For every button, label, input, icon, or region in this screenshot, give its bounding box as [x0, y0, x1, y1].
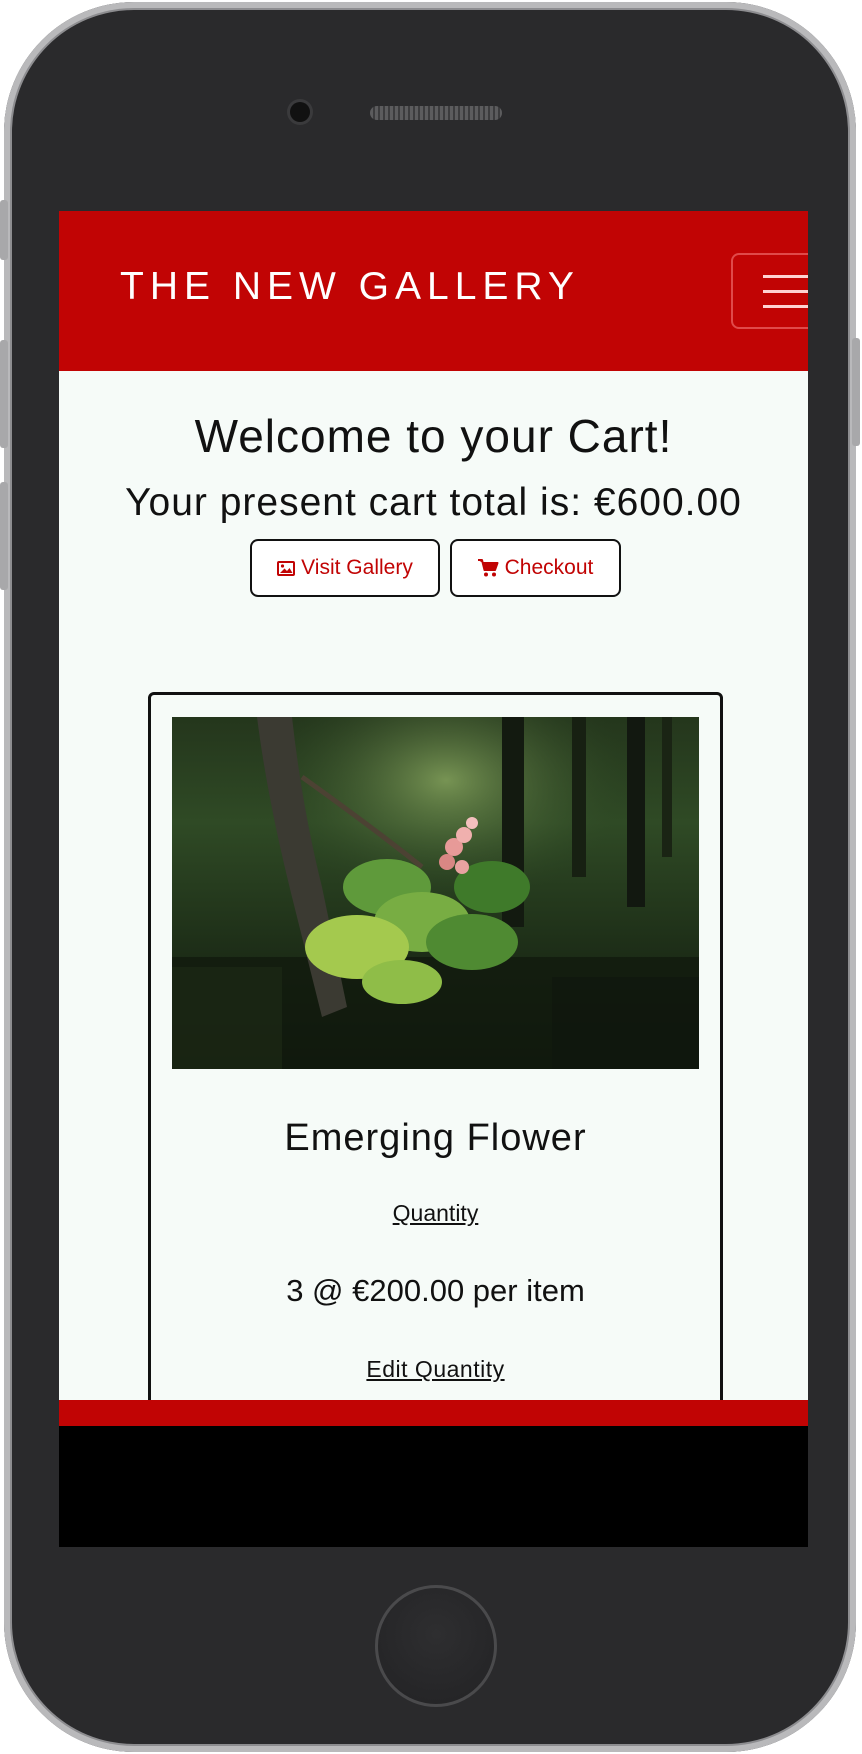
- brand-logo[interactable]: THE NEW GALLERY: [120, 267, 580, 306]
- item-price-line: 3 @ €200.00 per item: [286, 1273, 585, 1308]
- phone-screen: THE NEW GALLERY Welcome to your Cart! Yo…: [59, 211, 808, 1547]
- earpiece-speaker: [370, 106, 502, 120]
- cart-item-card: Emerging Flower Quantity 3 @ €200.00 per…: [148, 692, 723, 1400]
- navbar-toggler-button[interactable]: [731, 253, 808, 329]
- checkout-button[interactable]: Checkout: [450, 539, 621, 597]
- home-button[interactable]: [375, 1585, 497, 1707]
- edit-quantity-link[interactable]: Edit Quantity: [151, 1358, 720, 1381]
- navbar: THE NEW GALLERY: [59, 211, 808, 371]
- hamburger-menu-icon-bar-2: [763, 290, 808, 293]
- silent-switch: [0, 200, 8, 260]
- visit-gallery-label: Visit Gallery: [301, 556, 413, 579]
- image-icon: [277, 560, 296, 576]
- footer-bar: [59, 1400, 808, 1426]
- hamburger-menu-icon-bar-3: [763, 305, 808, 308]
- visit-gallery-button[interactable]: Visit Gallery: [250, 539, 440, 597]
- front-camera: [290, 102, 310, 122]
- cart-total: Your present cart total is: €600.00: [125, 481, 742, 524]
- artwork-image[interactable]: [172, 717, 699, 1069]
- quantity-link[interactable]: Quantity: [151, 1202, 720, 1225]
- item-title: Emerging Flower: [284, 1117, 587, 1159]
- screen-bottom: [59, 1426, 808, 1547]
- checkout-label: Checkout: [504, 556, 594, 579]
- volume-down-button: [0, 482, 8, 590]
- power-button: [852, 338, 860, 446]
- shopping-cart-icon: [477, 559, 499, 577]
- cart-page: Welcome to your Cart! Your present cart …: [59, 371, 808, 1400]
- hamburger-menu-icon: [763, 275, 808, 278]
- volume-up-button: [0, 340, 8, 448]
- phone-frame: THE NEW GALLERY Welcome to your Cart! Yo…: [0, 2, 860, 1752]
- page-title: Welcome to your Cart!: [194, 410, 673, 462]
- artwork-photo: [172, 717, 699, 1069]
